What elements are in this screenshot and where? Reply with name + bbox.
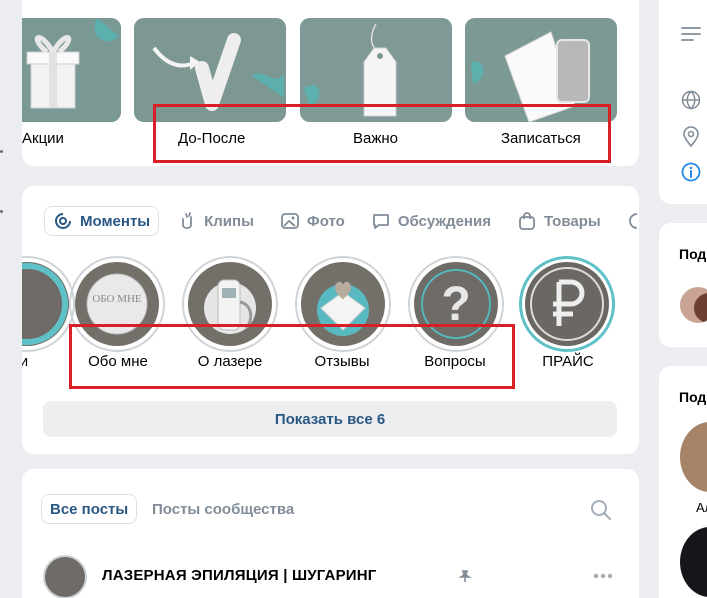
edge-dot — [0, 150, 3, 153]
story-price[interactable] — [519, 256, 615, 352]
albums-card: Акции До-После Важно Записаться — [22, 0, 639, 166]
gift-icon — [22, 18, 121, 122]
story-label-cropped: и — [22, 353, 29, 370]
tab-photo-label: Фото — [306, 212, 345, 230]
avatar[interactable] — [680, 422, 707, 492]
post-author-avatar[interactable] — [43, 555, 87, 598]
tab-products-label: Товары — [543, 212, 601, 230]
photo-icon — [281, 213, 299, 229]
moments-icon — [55, 213, 71, 229]
section-heading: Под — [679, 246, 707, 262]
tab-all-posts[interactable]: Все посты — [41, 494, 138, 524]
members-card: Под Ал — [659, 366, 707, 598]
tab-moments-label: Моменты — [80, 212, 151, 230]
posts-card: Все посты Посты сообщества ЛАЗЕРНАЯ ЭПИЛ… — [22, 469, 639, 598]
tab-photo[interactable]: Фото — [272, 206, 353, 236]
tab-more[interactable] — [619, 206, 639, 236]
menu-icon[interactable] — [681, 26, 701, 42]
products-icon — [519, 212, 535, 230]
more-options-icon[interactable] — [593, 573, 613, 579]
post-author-name[interactable]: ЛАЗЕРНАЯ ЭПИЛЯЦИЯ | ШУГАРИНГ — [102, 567, 377, 584]
moments-card: Моменты Клипы Фото Обсуждения Товары ОБО… — [22, 186, 639, 454]
tab-products[interactable]: Товары — [509, 206, 609, 236]
community-info-card — [659, 0, 707, 204]
info-icon[interactable] — [681, 162, 701, 182]
search-icon[interactable] — [590, 499, 612, 521]
more-tab-icon — [628, 213, 637, 229]
story-cropped-icon — [22, 263, 68, 345]
story-thumbnail — [22, 262, 69, 346]
discussions-icon — [372, 214, 389, 229]
tab-discussions[interactable]: Обсуждения — [363, 206, 499, 236]
album-label-promotions: Акции — [22, 130, 64, 147]
pin-icon — [458, 570, 472, 582]
tab-clips-label: Клипы — [204, 212, 254, 230]
member-name[interactable]: Ал — [696, 500, 707, 515]
section-tabs: Моменты Клипы Фото Обсуждения Товары — [44, 204, 639, 238]
story-cropped[interactable] — [22, 256, 75, 352]
tab-discussions-label: Обсуждения — [397, 212, 491, 230]
show-all-button[interactable]: Показать все 6 — [43, 401, 617, 437]
globe-icon — [681, 90, 701, 110]
album-promotions[interactable] — [22, 18, 121, 122]
story-label-price: ПРАЙС — [542, 353, 594, 370]
tab-moments[interactable]: Моменты — [44, 206, 160, 236]
ruble-icon — [530, 267, 604, 341]
highlight-box — [153, 104, 611, 163]
tab-clips[interactable]: Клипы — [169, 206, 262, 236]
clips-icon — [182, 212, 193, 229]
edge-dot — [0, 210, 3, 213]
tab-community-posts[interactable]: Посты сообщества — [144, 494, 302, 524]
location-icon — [683, 126, 699, 148]
story-inner-text: ОБО МНЕ — [92, 293, 142, 305]
story-thumbnail — [525, 262, 609, 346]
highlight-box — [69, 324, 515, 389]
subscribers-card: Под — [659, 223, 707, 347]
section-heading: Под — [679, 389, 707, 405]
avatar[interactable] — [680, 287, 707, 323]
avatar[interactable] — [680, 527, 707, 597]
